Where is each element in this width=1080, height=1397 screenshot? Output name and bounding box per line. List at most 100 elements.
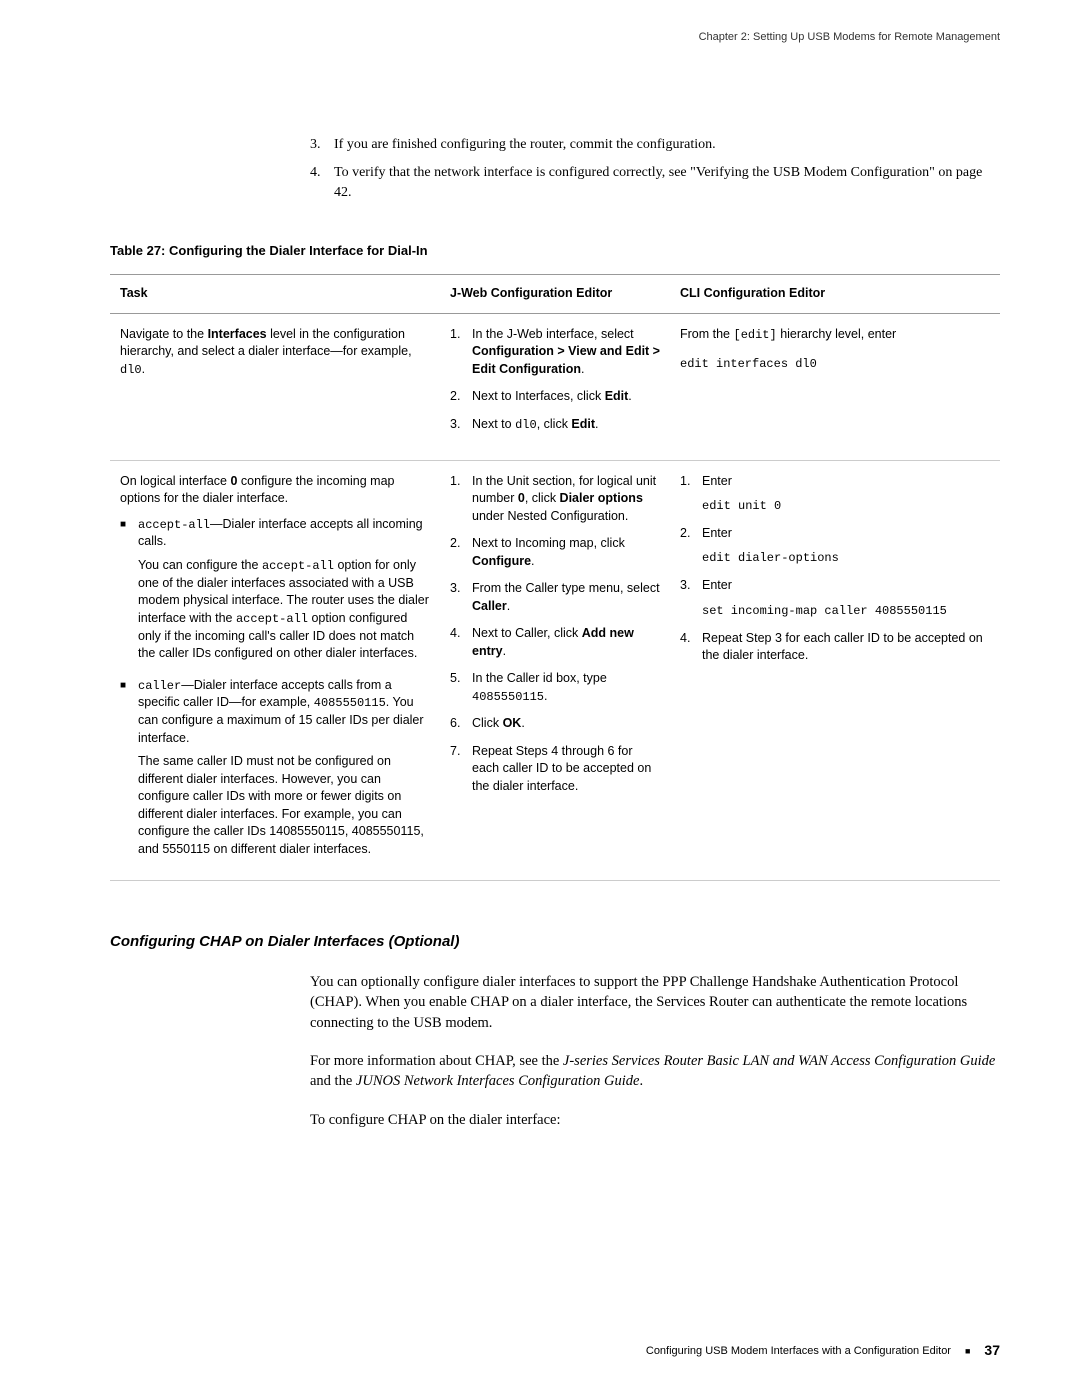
t: .: [531, 554, 534, 568]
step-text: In the Caller id box, type 4085550115.: [472, 670, 660, 705]
t: In the J-Web interface, select: [472, 327, 634, 341]
cli-command: set incoming-map caller 4085550115: [702, 603, 947, 620]
step-text: Repeat Steps 4 through 6 for each caller…: [472, 743, 660, 796]
b: Dialer options: [560, 491, 643, 505]
item-text: To verify that the network interface is …: [334, 163, 1000, 202]
step-text: In the J-Web interface, select Configura…: [472, 326, 660, 379]
task-bullets: ■ accept-all—Dialer interface accepts al…: [120, 516, 430, 864]
n: 3.: [450, 580, 472, 615]
list-item: 1. Enter edit unit 0: [680, 473, 990, 515]
step-body: Enter edit dialer-options: [702, 525, 839, 567]
cli-command: edit dialer-options: [702, 550, 839, 567]
task-text: Navigate to the Interfaces level in the …: [120, 327, 412, 376]
b: Edit: [571, 417, 595, 431]
t: Enter: [702, 577, 947, 595]
m: accept-all: [138, 518, 210, 532]
list-item: 3. If you are finished configuring the r…: [310, 135, 1000, 155]
bullet-lead: accept-all—Dialer interface accepts all …: [138, 516, 430, 551]
b: Configuration > View and Edit > Edit Con…: [472, 344, 660, 376]
bullet-lead: caller—Dialer interface accepts calls fr…: [138, 677, 430, 748]
top-numbered-list: 3. If you are finished configuring the r…: [310, 135, 1000, 202]
list-item: 4. Next to Caller, click Add new entry.: [450, 625, 660, 660]
cite: JUNOS Network Interfaces Configuration G…: [356, 1073, 640, 1089]
running-header: Chapter 2: Setting Up USB Modems for Rem…: [110, 30, 1000, 45]
list-item: 2. Enter edit dialer-options: [680, 525, 990, 567]
step-text: Repeat Step 3 for each caller ID to be a…: [702, 630, 990, 665]
n: 6.: [450, 715, 472, 733]
jweb-cell: 1. In the Unit section, for logical unit…: [440, 460, 670, 880]
t-bold: Interfaces: [208, 327, 267, 341]
step-text: In the Unit section, for logical unit nu…: [472, 473, 660, 526]
t: Navigate to the: [120, 327, 208, 341]
m: [edit]: [734, 328, 777, 342]
continued-steps: 3. If you are finished configuring the r…: [310, 135, 1000, 202]
t: Enter: [702, 525, 839, 543]
col-task: Task: [110, 275, 440, 314]
col-jweb: J-Web Configuration Editor: [440, 275, 670, 314]
t: .: [581, 362, 584, 376]
t: .: [503, 644, 506, 658]
n: 1.: [450, 326, 472, 379]
list-item: 1. In the J-Web interface, select Config…: [450, 326, 660, 379]
step-text: Next to Caller, click Add new entry.: [472, 625, 660, 660]
page: Chapter 2: Setting Up USB Modems for Rem…: [0, 0, 1080, 1397]
list-item: 3. From the Caller type menu, select Cal…: [450, 580, 660, 615]
n: 7.: [450, 743, 472, 796]
t: Click: [472, 716, 503, 730]
cli-cell: From the [edit] hierarchy level, enter e…: [670, 313, 1000, 460]
b: Caller: [472, 599, 507, 613]
item-text: If you are finished configuring the rout…: [334, 135, 716, 155]
list-item: 3. Next to dl0, click Edit.: [450, 416, 660, 434]
m: dl0: [515, 418, 537, 432]
t: Enter: [702, 473, 781, 491]
para: To configure CHAP on the dialer interfac…: [310, 1110, 1000, 1130]
n: 2.: [680, 525, 702, 567]
cli-steps: 1. Enter edit unit 0 2. Enter edit diale…: [680, 473, 990, 665]
page-footer: Configuring USB Modem Interfaces with a …: [646, 1341, 1000, 1361]
step-text: Next to dl0, click Edit.: [472, 416, 599, 434]
b: Configure: [472, 554, 531, 568]
jweb-steps: 1. In the J-Web interface, select Config…: [450, 326, 660, 434]
t: .: [544, 689, 547, 703]
section-body: You can optionally configure dialer inte…: [310, 972, 1000, 1130]
t: , click: [537, 417, 572, 431]
table-caption: Table 27: Configuring the Dialer Interfa…: [110, 242, 1000, 260]
bullet-body: caller—Dialer interface accepts calls fr…: [138, 677, 430, 865]
step-text: Next to Interfaces, click Edit.: [472, 388, 632, 406]
list-item: 2. Next to Interfaces, click Edit.: [450, 388, 660, 406]
cli-cell: 1. Enter edit unit 0 2. Enter edit diale…: [670, 460, 1000, 880]
m: 4085550115: [472, 690, 544, 704]
t: .: [639, 1073, 643, 1089]
b: Edit: [605, 389, 629, 403]
bullet-body: accept-all—Dialer interface accepts all …: [138, 516, 430, 669]
n: 4.: [680, 630, 702, 665]
list-item: ■ accept-all—Dialer interface accepts al…: [120, 516, 430, 669]
list-item: 6. Click OK.: [450, 715, 660, 733]
table-row: On logical interface 0 configure the inc…: [110, 460, 1000, 880]
item-number: 3.: [310, 135, 334, 155]
b: 0: [518, 491, 525, 505]
t: Next to: [472, 417, 515, 431]
step-body: Enter set incoming-map caller 4085550115: [702, 577, 947, 619]
list-item: 2. Next to Incoming map, click Configure…: [450, 535, 660, 570]
item-number: 4.: [310, 163, 334, 202]
n: 1.: [680, 473, 702, 515]
t: Next to Incoming map, click: [472, 536, 625, 550]
task-intro: On logical interface 0 configure the inc…: [120, 473, 430, 508]
n: 1.: [450, 473, 472, 526]
jweb-cell: 1. In the J-Web interface, select Config…: [440, 313, 670, 460]
cite: J-series Services Router Basic LAN and W…: [563, 1053, 995, 1069]
b: OK: [503, 716, 522, 730]
bullet-para: The same caller ID must not be configure…: [138, 753, 430, 858]
list-item: 4. Repeat Step 3 for each caller ID to b…: [680, 630, 990, 665]
t: .: [628, 389, 631, 403]
t: .: [521, 716, 524, 730]
step-text: Next to Incoming map, click Configure.: [472, 535, 660, 570]
t: and the: [310, 1073, 356, 1089]
col-cli: CLI Configuration Editor: [670, 275, 1000, 314]
n: 4.: [450, 625, 472, 660]
list-item: 3. Enter set incoming-map caller 4085550…: [680, 577, 990, 619]
t: You can configure the: [138, 558, 262, 572]
t: On logical interface: [120, 474, 230, 488]
n: 5.: [450, 670, 472, 705]
